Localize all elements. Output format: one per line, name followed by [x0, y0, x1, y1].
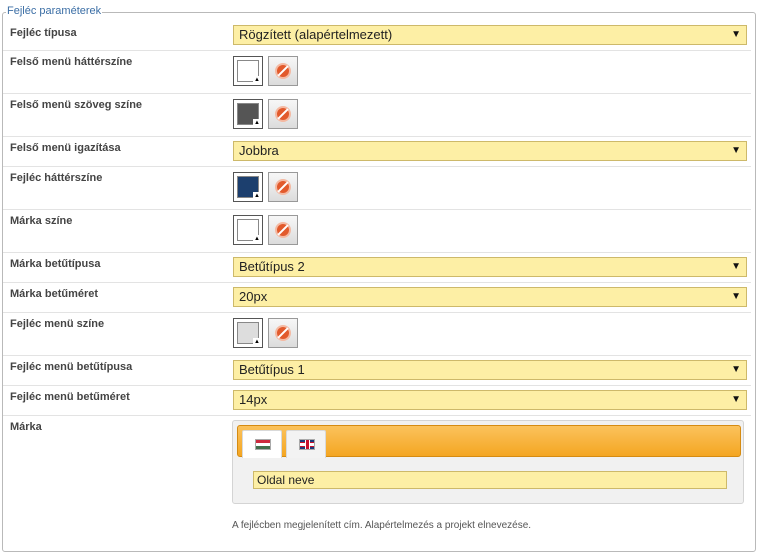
header-menu-font-value: Betűtípus 1	[239, 362, 305, 377]
header-type-value: Rögzített (alapértelmezett)	[239, 27, 393, 42]
header-menu-size-label: Fejléc menü betűméret	[10, 391, 130, 403]
no-color-icon	[275, 106, 291, 122]
picker-arrow-icon: ▲	[253, 338, 261, 346]
tab-hungarian[interactable]	[242, 430, 282, 458]
header-bg-color-picker[interactable]: ▲	[233, 172, 263, 202]
picker-arrow-icon: ▲	[253, 76, 261, 84]
row-brand-font: Márka betűtípusa Betűtípus 2 ▼	[3, 253, 751, 283]
header-menu-size-value: 14px	[239, 392, 268, 407]
no-color-icon	[275, 325, 291, 341]
top-menu-bg-label: Felső menü háttérszíne	[10, 56, 133, 68]
header-bg-label: Fejléc háttérszíne	[10, 172, 103, 184]
header-type-select[interactable]: Rögzített (alapértelmezett) ▼	[233, 25, 747, 45]
chevron-down-icon: ▼	[731, 394, 741, 405]
top-menu-bg-color-picker[interactable]: ▲	[233, 56, 263, 86]
picker-arrow-icon: ▲	[253, 235, 261, 243]
brand-name-input[interactable]: Oldal neve	[253, 471, 727, 489]
top-menu-text-reset-button[interactable]	[268, 99, 298, 129]
brand-color-picker[interactable]: ▲	[233, 215, 263, 245]
brand-font-select[interactable]: Betűtípus 2 ▼	[233, 257, 747, 277]
row-top-menu-text: Felső menü szöveg színe ▲	[3, 94, 751, 137]
row-brand-size: Márka betűméret 20px ▼	[3, 283, 751, 313]
brand-font-label: Márka betűtípusa	[10, 258, 101, 270]
no-color-icon	[275, 63, 291, 79]
top-menu-bg-reset-button[interactable]	[268, 56, 298, 86]
chevron-down-icon: ▼	[731, 364, 741, 375]
header-menu-size-select[interactable]: 14px ▼	[233, 390, 747, 410]
language-tabs-panel: Oldal neve	[232, 420, 744, 504]
language-tabbar	[237, 425, 741, 458]
top-menu-align-select[interactable]: Jobbra ▼	[233, 141, 747, 161]
header-type-label: Fejléc típusa	[10, 27, 77, 39]
brand-color-label: Márka színe	[10, 215, 73, 227]
brand-size-label: Márka betűméret	[10, 288, 99, 300]
brand-size-select[interactable]: 20px ▼	[233, 287, 747, 307]
header-menu-font-select[interactable]: Betűtípus 1 ▼	[233, 360, 747, 380]
no-color-icon	[275, 222, 291, 238]
brand-color-reset-button[interactable]	[268, 215, 298, 245]
top-menu-text-label: Felső menü szöveg színe	[10, 99, 143, 111]
top-menu-align-value: Jobbra	[239, 143, 279, 158]
chevron-down-icon: ▼	[731, 291, 741, 302]
brand-size-value: 20px	[239, 289, 268, 304]
header-menu-font-label: Fejléc menü betűtípusa	[10, 361, 133, 373]
row-header-type: Fejléc típusa Rögzített (alapértelmezett…	[3, 22, 751, 51]
uk-flag-icon	[299, 439, 315, 450]
row-brand-color: Márka színe ▲	[3, 210, 751, 253]
top-menu-text-color-picker[interactable]: ▲	[233, 99, 263, 129]
header-menu-color-reset-button[interactable]	[268, 318, 298, 348]
tab-english[interactable]	[286, 430, 326, 458]
top-menu-align-label: Felső menü igazítása	[10, 142, 121, 154]
row-header-menu-size: Fejléc menü betűméret 14px ▼	[3, 386, 751, 416]
row-header-bg: Fejléc háttérszíne ▲	[3, 167, 751, 210]
chevron-down-icon: ▼	[731, 145, 741, 156]
brand-label: Márka	[10, 421, 42, 433]
picker-arrow-icon: ▲	[253, 192, 261, 200]
header-menu-color-picker[interactable]: ▲	[233, 318, 263, 348]
no-color-icon	[275, 179, 291, 195]
row-top-menu-bg: Felső menü háttérszíne ▲	[3, 51, 751, 94]
row-header-menu-font: Fejléc menü betűtípusa Betűtípus 1 ▼	[3, 356, 751, 386]
row-top-menu-align: Felső menü igazítása Jobbra ▼	[3, 137, 751, 167]
brand-hint: A fejlécben megjelenített cím. Alapértel…	[232, 520, 532, 531]
row-header-menu-color: Fejléc menü színe ▲	[3, 313, 751, 356]
hungarian-flag-icon	[255, 439, 271, 450]
brand-font-value: Betűtípus 2	[239, 259, 305, 274]
chevron-down-icon: ▼	[731, 29, 741, 40]
header-bg-reset-button[interactable]	[268, 172, 298, 202]
chevron-down-icon: ▼	[731, 261, 741, 272]
header-menu-color-label: Fejléc menü színe	[10, 318, 105, 330]
picker-arrow-icon: ▲	[253, 119, 261, 127]
fieldset-legend: Fejléc paraméterek	[6, 5, 103, 17]
